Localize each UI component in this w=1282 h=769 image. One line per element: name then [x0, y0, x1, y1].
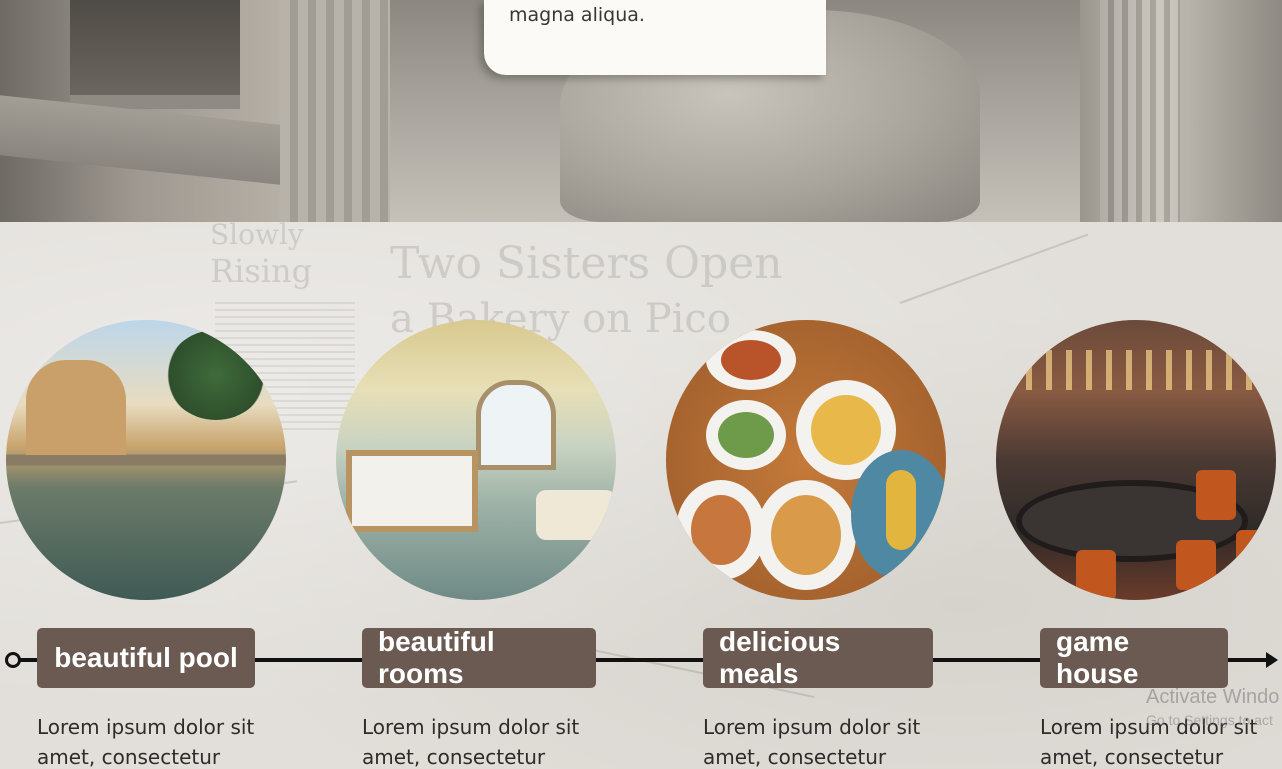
- casino-chair: [1076, 550, 1116, 600]
- rice-plate: [676, 480, 766, 580]
- pool-building: [26, 360, 126, 455]
- timeline-label-game-house: game house: [1040, 626, 1228, 689]
- meals-photo: [666, 320, 946, 600]
- casino-lights: [1026, 350, 1256, 390]
- timeline-description: Lorem ipsum dolor sit amet, consectetur: [703, 715, 921, 769]
- salad-bowl: [706, 400, 786, 470]
- room-photo: [336, 320, 616, 600]
- corn-plate: [851, 450, 946, 580]
- food-plate: [706, 330, 796, 390]
- newspaper-headline: Two Sisters Open: [390, 238, 783, 289]
- timeline-description: Lorem ipsum dolor sit amet, consectetur: [362, 715, 580, 769]
- timeline-start-dot: [5, 652, 21, 668]
- timeline-section: Slowly Rising Two Sisters Open a Bakery …: [0, 222, 1282, 769]
- timeline-label-rooms: beautiful rooms: [362, 626, 596, 689]
- newspaper-headline: Rising: [210, 252, 313, 290]
- casino-chair: [1196, 470, 1236, 520]
- activate-windows-subtitle: Go to Settings to act: [1146, 712, 1273, 728]
- paper-crack: [899, 233, 1089, 304]
- hero-building-window: [70, 0, 240, 109]
- hero-paper-text: magna aliqua.: [509, 4, 645, 26]
- hero-column: [280, 0, 390, 222]
- timeline-description: Lorem ipsum dolor sit amet, consectetur: [37, 715, 255, 769]
- palm-tree: [166, 330, 266, 420]
- pool-photo: [6, 320, 286, 600]
- timeline-arrow-icon: [1266, 652, 1278, 668]
- hero-banner: magna aliqua.: [0, 0, 1282, 222]
- hero-paper-note: magna aliqua.: [484, 0, 826, 75]
- casino-chair: [1236, 530, 1276, 580]
- newspaper-headline: Slowly: [210, 222, 304, 251]
- room-sofa: [536, 490, 616, 540]
- timeline-label-pool: beautiful pool: [37, 628, 255, 688]
- casino-chair: [1176, 540, 1216, 590]
- casino-photo: [996, 320, 1276, 600]
- timeline-label-meals: delicious meals: [703, 626, 933, 689]
- room-window: [476, 380, 556, 470]
- hero-pillar-grooves: [1100, 0, 1180, 222]
- room-bed: [346, 450, 478, 532]
- taco-plate: [756, 480, 856, 590]
- activate-windows-watermark: Activate Windo: [1146, 686, 1280, 708]
